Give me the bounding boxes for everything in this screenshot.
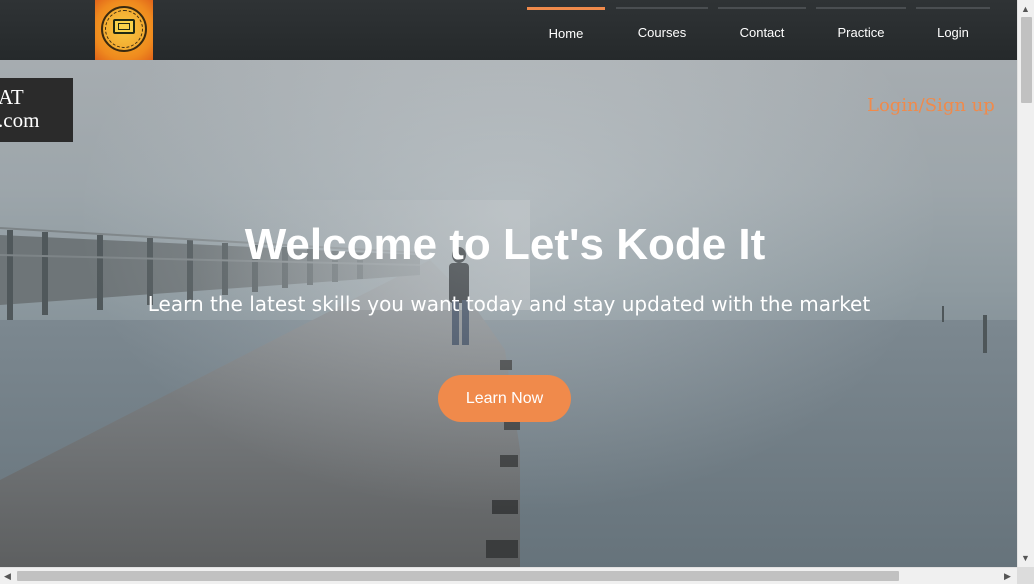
site-header: Home Courses Contact Practice Login <box>0 0 1017 60</box>
nav-contact[interactable]: Contact <box>718 7 806 60</box>
hero-title: Welcome to Let's Kode It <box>244 220 766 269</box>
nav-home[interactable]: Home <box>527 7 605 60</box>
hero-section: AT .com Login/Sign up Welcome to Let's K… <box>0 60 1017 567</box>
nav-practice[interactable]: Practice <box>816 7 906 60</box>
badge-line-1: AT <box>0 85 24 109</box>
horizontal-scrollbar[interactable]: ◀ ▶ <box>0 567 1017 584</box>
laptop-icon <box>113 19 135 34</box>
lets-kode-it-logo-icon[interactable] <box>95 0 153 60</box>
nav-courses[interactable]: Courses <box>616 7 708 60</box>
scroll-left-arrow-icon[interactable]: ◀ <box>4 571 11 581</box>
vertical-scrollbar[interactable]: ▲ ▼ <box>1017 0 1034 567</box>
scroll-down-arrow-icon[interactable]: ▼ <box>1021 553 1030 563</box>
learn-now-button[interactable]: Learn Now <box>438 375 571 422</box>
nav-login[interactable]: Login <box>916 7 990 60</box>
scrollbar-corner <box>1017 567 1034 584</box>
badge-line-2: .com <box>0 108 40 132</box>
side-badge[interactable]: AT .com <box>0 78 73 142</box>
scroll-right-arrow-icon[interactable]: ▶ <box>1004 571 1011 581</box>
vertical-scroll-thumb[interactable] <box>1021 17 1032 103</box>
laptop-screen <box>118 23 130 30</box>
horizontal-scroll-thumb[interactable] <box>17 571 899 581</box>
scroll-up-arrow-icon[interactable]: ▲ <box>1021 4 1030 14</box>
hero-subtitle: Learn the latest skills you want today a… <box>147 292 871 316</box>
login-signup-link[interactable]: Login/Sign up <box>867 95 995 116</box>
